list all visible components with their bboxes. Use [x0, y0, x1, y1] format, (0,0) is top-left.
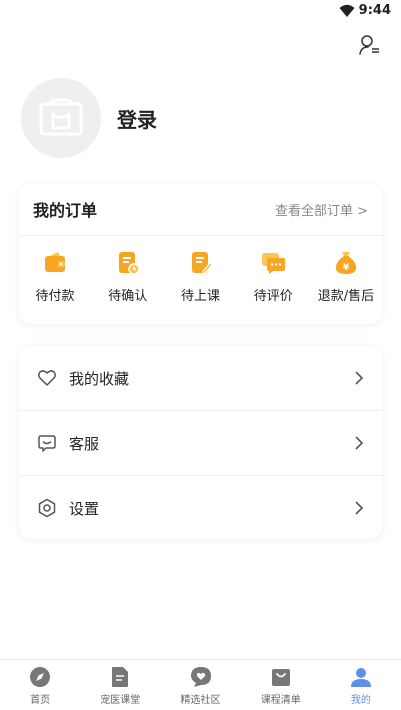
order-status-label: 退款/售后 [317, 289, 375, 304]
menu-item-settings[interactable]: 设置 [19, 476, 382, 540]
account-settings-icon[interactable] [359, 34, 381, 56]
avatar[interactable] [21, 78, 101, 158]
order-status-label: 待上课 [180, 289, 220, 304]
menu-item-customer-service[interactable]: 客服 [19, 411, 382, 476]
tab-label: 课程清单 [260, 695, 301, 706]
pending-confirm-icon [118, 252, 140, 275]
order-status-pending-review[interactable]: 待评价 [237, 250, 309, 304]
customer-service-icon [38, 435, 56, 452]
profile-screen: 9:44 登录 我的订单 查看全部订单 > 待付款 待确认 待上课 待评价 ¥ … [0, 0, 401, 710]
view-all-orders-link[interactable]: 查看全部订单 > [275, 200, 368, 219]
chevron-right-icon [355, 501, 364, 515]
compass-icon [30, 667, 51, 687]
order-status-label: 待评价 [253, 289, 293, 304]
orders-card: 我的订单 查看全部订单 > 待付款 待确认 待上课 待评价 ¥ 退款/售后 [19, 183, 382, 324]
profile-header: 登录 [21, 78, 157, 158]
order-status-label: 待付款 [35, 289, 75, 304]
status-time: 9:44 [358, 3, 391, 18]
chevron-right-icon [355, 436, 364, 450]
menu-item-label: 客服 [69, 434, 100, 453]
order-status-pending-confirm[interactable]: 待确认 [92, 250, 164, 304]
status-bar: 9:44 [0, 0, 401, 24]
user-icon [350, 668, 371, 687]
menu-item-label: 设置 [69, 499, 100, 518]
orders-header: 我的订单 查看全部订单 > [19, 183, 382, 236]
chevron-right-icon [355, 371, 364, 385]
login-button[interactable]: 登录 [117, 104, 157, 133]
tab-label: 我的 [350, 695, 371, 706]
wifi-icon [339, 4, 355, 17]
menu-item-label: 我的收藏 [69, 369, 130, 388]
svg-text:¥: ¥ [343, 263, 350, 273]
heart-icon [38, 370, 56, 386]
avatar-placeholder-icon [39, 98, 83, 136]
tab-home[interactable]: 首页 [0, 660, 80, 710]
tab-vet-classroom[interactable]: 宠医课堂 [80, 660, 160, 710]
tab-profile[interactable]: 我的 [321, 660, 401, 710]
tab-label: 宠医课堂 [100, 695, 141, 706]
settings-icon [38, 498, 56, 518]
tab-label: 精选社区 [180, 695, 221, 706]
order-status-refund[interactable]: ¥ 退款/售后 [310, 250, 382, 304]
bag-icon [271, 669, 290, 686]
book-icon [112, 667, 129, 687]
tab-label: 首页 [30, 695, 51, 706]
order-status-label: 待确认 [108, 289, 148, 304]
document-edit-icon [191, 252, 213, 274]
tab-community[interactable]: 精选社区 [160, 660, 240, 710]
wallet-icon [45, 252, 65, 272]
menu-item-favorites[interactable]: 我的收藏 [19, 346, 382, 411]
orders-title: 我的订单 [33, 201, 98, 220]
order-status-pending-class[interactable]: 待上课 [165, 250, 237, 304]
order-status-pending-payment[interactable]: 待付款 [19, 250, 91, 304]
order-status-row: 待付款 待确认 待上课 待评价 ¥ 退款/售后 [19, 236, 382, 304]
chat-icon [262, 253, 286, 274]
menu-card: 我的收藏 客服 设置 [19, 346, 382, 539]
bottom-tab-bar: 首页 宠医课堂 精选社区 课程清单 我的 [0, 659, 401, 710]
tab-course-list[interactable]: 课程清单 [241, 660, 321, 710]
community-icon [190, 667, 211, 687]
status-indicators: 9:44 [339, 3, 391, 18]
money-bag-icon: ¥ [335, 252, 357, 274]
